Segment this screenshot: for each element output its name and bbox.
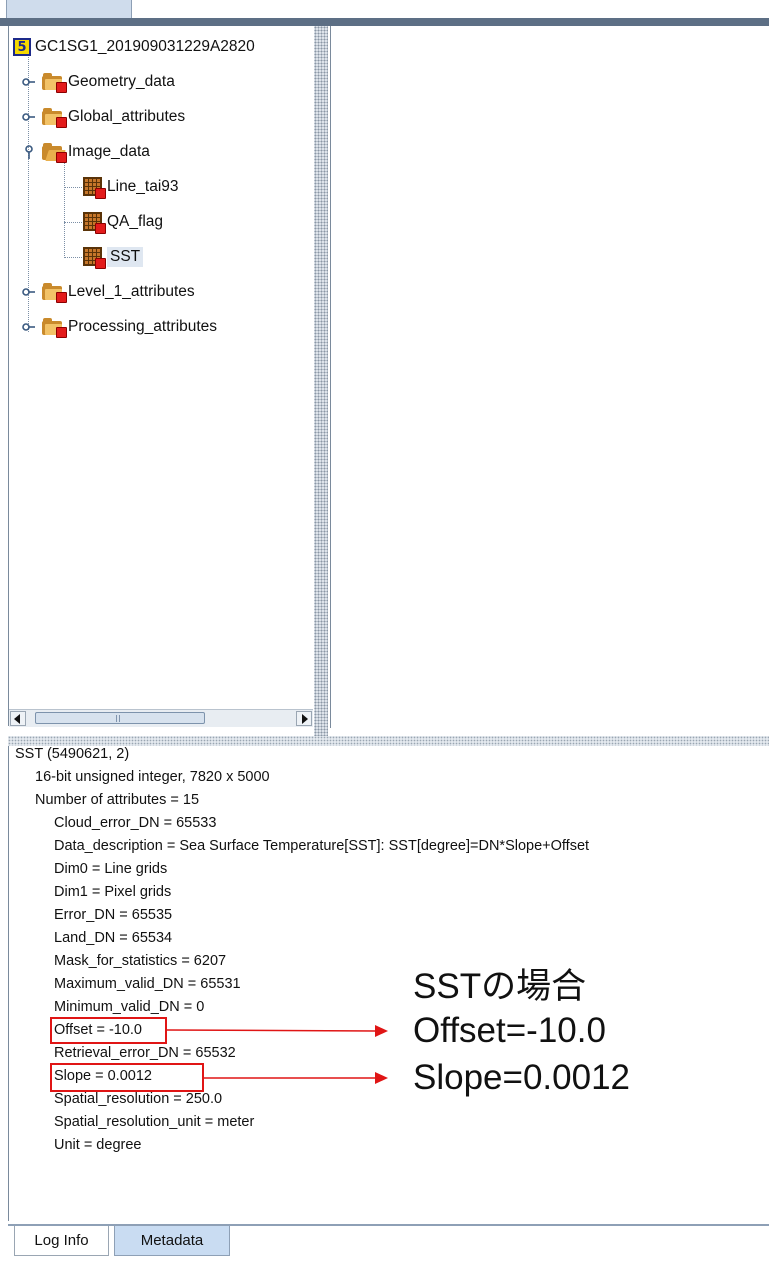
annotation-arrows: [166, 1025, 388, 1084]
slope-arrow-head: [375, 1072, 388, 1084]
bottom-tab-bar: Log Info Metadata: [8, 1224, 769, 1268]
annotation-slope: Slope=0.0012: [413, 1058, 631, 1097]
offset-arrow-line: [166, 1029, 376, 1032]
offset-arrow-head: [375, 1025, 388, 1037]
annotation-title: SSTの場合: [413, 967, 587, 1006]
annotation-offset: Offset=-10.0: [413, 1011, 606, 1050]
tab-log-info[interactable]: Log Info: [14, 1226, 109, 1256]
tab-metadata[interactable]: Metadata: [114, 1226, 230, 1256]
